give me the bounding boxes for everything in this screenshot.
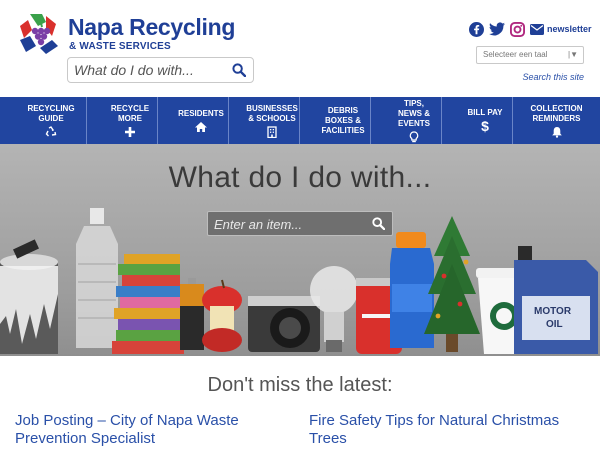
motor-oil-bottle-image: MOTOR OIL	[514, 246, 598, 354]
plus-icon	[124, 126, 136, 138]
books-stack-image	[112, 254, 184, 354]
christmas-tree-image	[424, 216, 480, 352]
nav-item-label: COLLECTION REMINDERS	[530, 103, 583, 123]
recycle-icon	[45, 125, 57, 138]
svg-text:OIL: OIL	[546, 319, 563, 330]
language-select[interactable]: Selecteer een taal |▼	[476, 46, 584, 64]
bell-icon	[551, 126, 563, 138]
nav-item-recycle-more[interactable]: RECYCLE MORE	[87, 97, 158, 144]
brand-subtitle: & WASTE SERVICES	[69, 41, 171, 52]
recycling-grape-logo	[20, 14, 58, 54]
dollar-icon: $	[481, 118, 489, 134]
apple-core-image	[202, 279, 242, 352]
newsletter-link[interactable]: newsletter	[547, 24, 592, 34]
header-search-box	[67, 57, 254, 83]
nav-item-bill-pay[interactable]: BILL PAY $	[442, 97, 513, 144]
site-header: Napa Recycling & WASTE SERVICES newslett…	[0, 0, 600, 97]
instagram-icon[interactable]	[510, 21, 525, 37]
nav-item-label: RECYCLING GUIDE	[27, 103, 75, 123]
water-bottle-image	[76, 208, 118, 348]
nav-item-label: TIPS, NEWS & EVENTS	[397, 98, 430, 128]
hero-banner: MOTOR OIL What do I do with...	[0, 144, 600, 356]
building-icon	[267, 125, 277, 138]
nav-item-label: RECYCLE MORE	[110, 103, 150, 123]
nav-item-debris-boxes[interactable]: DEBRIS BOXES & FACILITIES	[300, 97, 371, 144]
nav-item-businesses-schools[interactable]: BUSINESSES & SCHOOLS	[229, 97, 300, 144]
search-icon[interactable]	[232, 63, 247, 82]
latest-post-link[interactable]: Job Posting – City of Napa Waste Prevent…	[15, 412, 285, 448]
header-search-input[interactable]	[74, 61, 224, 79]
latest-post-link[interactable]: Fire Safety Tips for Natural Christmas T…	[309, 412, 579, 448]
brand-title[interactable]: Napa Recycling	[68, 14, 235, 41]
nav-item-recycling-guide[interactable]: RECYCLING GUIDE	[0, 97, 87, 144]
latest-heading: Don't miss the latest:	[207, 374, 393, 396]
lightbulb-icon	[409, 130, 419, 143]
camera-image	[248, 296, 320, 352]
nav-item-label: RESIDENTS	[178, 108, 224, 118]
chevron-down-icon: |▼	[568, 50, 578, 59]
twitter-icon[interactable]	[489, 22, 505, 36]
hero-title: What do I do with...	[168, 161, 432, 194]
nav-item-collection-reminders[interactable]: COLLECTION REMINDERS	[513, 97, 584, 144]
hero-search-box	[207, 211, 393, 236]
nav-item-label: DEBRIS BOXES & FACILITIES	[321, 105, 365, 135]
search-icon[interactable]	[372, 217, 386, 235]
svg-text:MOTOR: MOTOR	[534, 306, 572, 317]
main-nav: RECYCLING GUIDE RECYCLE MORE RESIDENTS B…	[0, 97, 600, 144]
battery-image	[180, 278, 204, 350]
envelope-icon[interactable]	[530, 23, 544, 35]
nav-item-label: BILL PAY	[467, 108, 503, 117]
search-site-link[interactable]: Search this site	[522, 72, 584, 82]
paint-can-image	[0, 239, 58, 354]
facebook-icon[interactable]	[469, 21, 484, 37]
nav-item-tips-news-events[interactable]: TIPS, NEWS & EVENTS	[371, 97, 442, 144]
home-icon	[194, 121, 208, 133]
language-selected-value: Selecteer een taal	[483, 50, 548, 59]
nav-item-label: BUSINESSES & SCHOOLS	[246, 103, 298, 123]
hero-search-input[interactable]	[214, 216, 364, 232]
social-links: newsletter	[469, 21, 592, 37]
nav-item-residents[interactable]: RESIDENTS	[158, 97, 229, 144]
